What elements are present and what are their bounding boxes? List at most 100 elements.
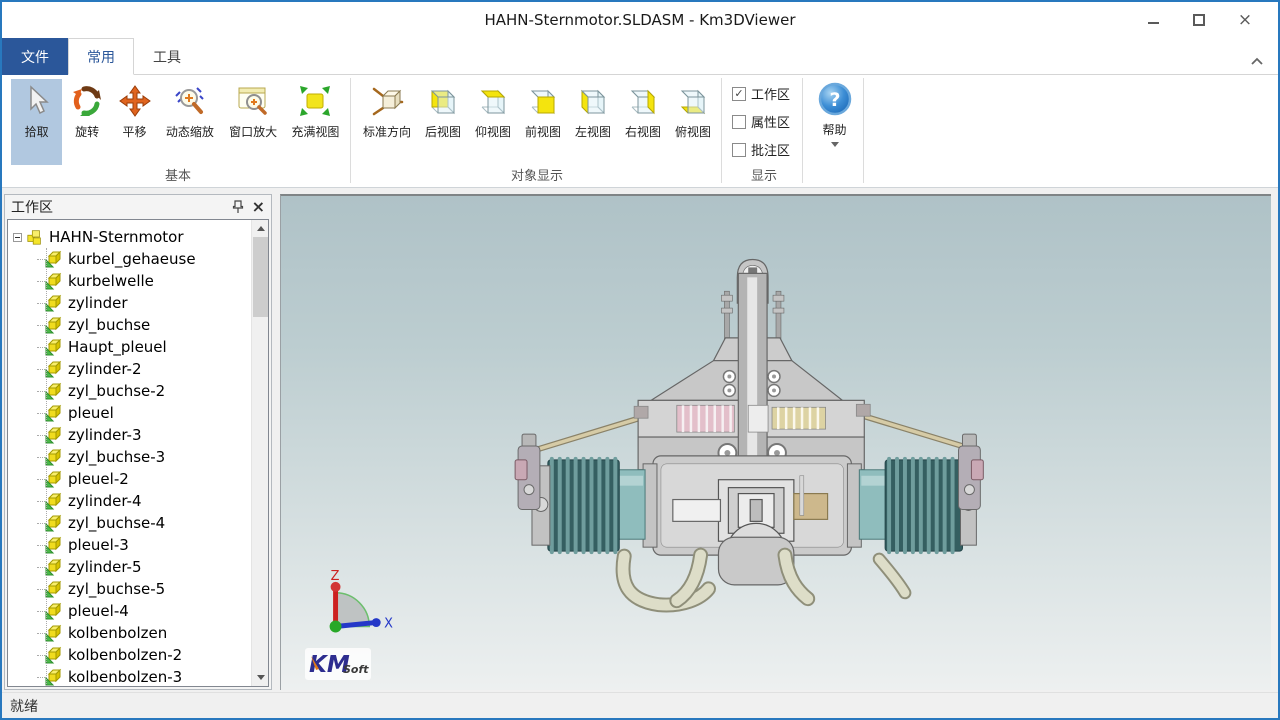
tree-connector-stub bbox=[37, 435, 45, 436]
tree-item-zyl_buchse-5[interactable]: zyl_buchse-5 bbox=[8, 578, 251, 600]
tree-item-pleuel[interactable]: pleuel bbox=[8, 402, 251, 424]
panel-toggle-1[interactable]: 属性区 bbox=[732, 112, 802, 131]
ribbon-button-cube-face-bottom[interactable]: 俯视图 bbox=[669, 79, 717, 165]
tree-connector-stub bbox=[37, 391, 45, 392]
tree-item-zylinder[interactable]: zylinder bbox=[8, 292, 251, 314]
tree-item-kolbenbolzen-3[interactable]: kolbenbolzen-3 bbox=[8, 666, 251, 686]
axis-x-label: X bbox=[384, 617, 393, 632]
tree-item-label: zyl_buchse bbox=[68, 316, 150, 334]
titlebar[interactable]: HAHN-Sternmotor.SLDASM - Km3DViewer × bbox=[2, 2, 1278, 38]
maximize-icon bbox=[1193, 14, 1205, 26]
panel-toggle-0[interactable]: ✓ 工作区 bbox=[732, 84, 802, 103]
tree-connector-stub bbox=[37, 413, 45, 414]
tree-item-kolbenbolzen[interactable]: kolbenbolzen bbox=[8, 622, 251, 644]
tree-item-zylinder-3[interactable]: zylinder-3 bbox=[8, 424, 251, 446]
tab-home[interactable]: 常用 bbox=[68, 38, 134, 75]
tree-connector-stub bbox=[37, 611, 45, 612]
tree-item-label: kurbel_gehaeuse bbox=[68, 250, 196, 268]
cube-face-back-icon bbox=[426, 84, 460, 118]
scroll-down-arrow[interactable] bbox=[252, 669, 269, 686]
help-button[interactable]: ? 帮助 bbox=[806, 75, 863, 187]
tree-scrollbar[interactable] bbox=[251, 220, 268, 686]
checkbox-unchecked-icon[interactable] bbox=[732, 143, 746, 157]
maximize-button[interactable] bbox=[1176, 5, 1222, 35]
ribbon-button-pick-cursor[interactable]: 拾取 bbox=[11, 79, 62, 165]
tree-item-label: zyl_buchse-3 bbox=[68, 448, 165, 466]
group-label-basic: 基本 bbox=[10, 165, 346, 184]
tree-item-label: zyl_buchse-4 bbox=[68, 514, 165, 532]
ribbon-button-label: 前视图 bbox=[525, 123, 561, 140]
tree-connector-line bbox=[46, 248, 47, 687]
pin-icon[interactable] bbox=[232, 200, 244, 214]
tree-item-pleuel-4[interactable]: pleuel-4 bbox=[8, 600, 251, 622]
close-button[interactable]: × bbox=[1222, 5, 1268, 35]
ribbon-button-label: 左视图 bbox=[575, 123, 611, 140]
tree-item-zyl_buchse-2[interactable]: zyl_buchse-2 bbox=[8, 380, 251, 402]
checkbox-checked-icon[interactable]: ✓ bbox=[732, 87, 746, 101]
panel-toggle-2[interactable]: 批注区 bbox=[732, 140, 802, 159]
tree-item-kurbel_gehaeuse[interactable]: kurbel_gehaeuse bbox=[8, 248, 251, 270]
tab-file[interactable]: 文件 bbox=[2, 38, 68, 75]
cube-face-front-icon bbox=[526, 84, 560, 118]
viewport-3d[interactable]: Z X KM Soft bbox=[280, 194, 1271, 690]
part-icon bbox=[45, 448, 63, 466]
checkbox-label: 工作区 bbox=[751, 84, 790, 103]
ribbon-button-dynamic-zoom[interactable]: 动态缩放 bbox=[159, 79, 220, 165]
svg-text:?: ? bbox=[829, 89, 840, 111]
kmsoft-logo: KM Soft bbox=[305, 648, 371, 680]
tree-root-item[interactable]: HAHN-Sternmotor bbox=[8, 226, 251, 248]
tree-item-zylinder-2[interactable]: zylinder-2 bbox=[8, 358, 251, 380]
ribbon-button-rotate[interactable]: 旋转 bbox=[64, 79, 109, 165]
ribbon-button-cube-face-front[interactable]: 前视图 bbox=[519, 79, 567, 165]
checkbox-unchecked-icon[interactable] bbox=[732, 115, 746, 129]
tree-item-zylinder-5[interactable]: zylinder-5 bbox=[8, 556, 251, 578]
ribbon-button-cube-face-left[interactable]: 左视图 bbox=[569, 79, 617, 165]
ribbon-button-cube-face-top[interactable]: 仰视图 bbox=[469, 79, 517, 165]
scroll-thumb[interactable] bbox=[253, 237, 268, 317]
axis-triad: Z X bbox=[330, 569, 394, 633]
minimize-button[interactable] bbox=[1130, 5, 1176, 35]
main-area: 工作区 × HAHN-Sternmotorkurbel_gehaeusekurb… bbox=[2, 188, 1278, 692]
collapse-ribbon-button[interactable] bbox=[1250, 51, 1264, 61]
ribbon-button-cube-face-right[interactable]: 右视图 bbox=[619, 79, 667, 165]
tree-collapse-toggle[interactable] bbox=[13, 233, 22, 242]
ribbon-button-window-zoom[interactable]: 窗口放大 bbox=[222, 79, 283, 165]
scroll-up-arrow[interactable] bbox=[252, 220, 269, 237]
tree-item-zyl_buchse[interactable]: zyl_buchse bbox=[8, 314, 251, 336]
part-icon bbox=[45, 668, 63, 686]
tree-item-kurbelwelle[interactable]: kurbelwelle bbox=[8, 270, 251, 292]
checkbox-label: 批注区 bbox=[751, 140, 790, 159]
cube-face-bottom-icon bbox=[676, 84, 710, 118]
tree-item-pleuel-2[interactable]: pleuel-2 bbox=[8, 468, 251, 490]
tree-item-Haupt_pleuel[interactable]: Haupt_pleuel bbox=[8, 336, 251, 358]
ribbon-button-standard-orientation[interactable]: 标准方向 bbox=[357, 79, 417, 165]
app-window: HAHN-Sternmotor.SLDASM - Km3DViewer × 文件… bbox=[0, 0, 1280, 720]
pick-cursor-icon bbox=[20, 84, 54, 118]
tree-item-pleuel-3[interactable]: pleuel-3 bbox=[8, 534, 251, 556]
axis-z-label: Z bbox=[331, 569, 340, 584]
tree-connector-stub bbox=[37, 523, 45, 524]
tab-tools[interactable]: 工具 bbox=[134, 38, 200, 75]
workspace-panel: 工作区 × HAHN-Sternmotorkurbel_gehaeusekurb… bbox=[4, 194, 272, 690]
help-dropdown-arrow[interactable] bbox=[831, 142, 839, 147]
tree-item-label: zylinder bbox=[68, 294, 128, 312]
group-separator bbox=[863, 78, 864, 183]
assembly-icon bbox=[26, 228, 44, 246]
tree-item-kolbenbolzen-2[interactable]: kolbenbolzen-2 bbox=[8, 644, 251, 666]
panel-close-icon[interactable]: × bbox=[252, 199, 265, 215]
tree-item-label: pleuel-3 bbox=[68, 536, 129, 554]
tree-connector-stub bbox=[37, 501, 45, 502]
part-icon bbox=[45, 404, 63, 422]
close-icon: × bbox=[1238, 12, 1252, 29]
ribbon-button-label: 动态缩放 bbox=[166, 123, 214, 140]
part-icon bbox=[45, 426, 63, 444]
ribbon-button-cube-face-back[interactable]: 后视图 bbox=[419, 79, 467, 165]
ribbon-button-fit-view[interactable]: 充满视图 bbox=[286, 79, 345, 165]
status-bar: 就绪 bbox=[2, 692, 1278, 718]
tree-item-zyl_buchse-3[interactable]: zyl_buchse-3 bbox=[8, 446, 251, 468]
tree-item-zylinder-4[interactable]: zylinder-4 bbox=[8, 490, 251, 512]
tree-item-zyl_buchse-4[interactable]: zyl_buchse-4 bbox=[8, 512, 251, 534]
ribbon-button-pan[interactable]: 平移 bbox=[112, 79, 157, 165]
dynamic-zoom-icon bbox=[173, 84, 207, 118]
part-icon bbox=[45, 602, 63, 620]
